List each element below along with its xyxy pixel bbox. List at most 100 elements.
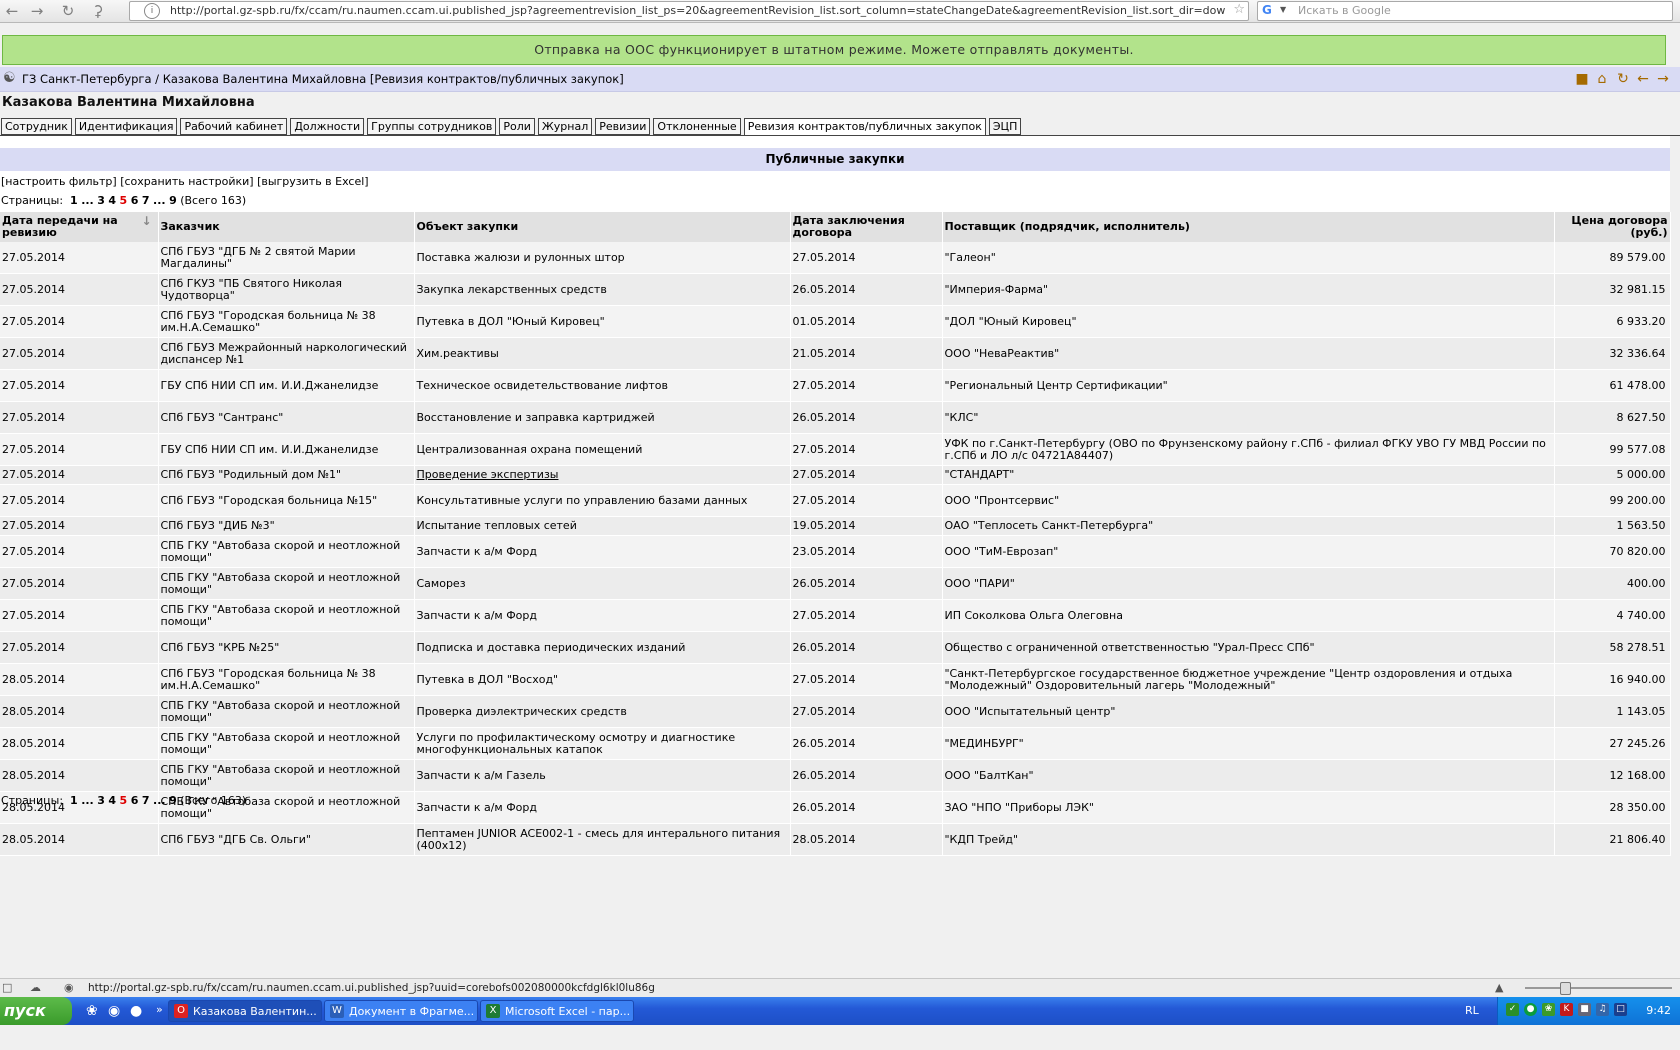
page-info-icon[interactable]: i [144, 3, 160, 19]
tray-network-icon[interactable]: ● [1524, 1003, 1537, 1016]
export-excel-link[interactable]: [выгрузить в Excel] [257, 175, 369, 188]
page-link[interactable]: 6 [131, 194, 139, 207]
scroll-up-icon[interactable]: ▲ [1495, 981, 1503, 994]
key-icon[interactable]: ⚳ [88, 1, 108, 21]
folder-icon[interactable]: ■ [1573, 70, 1591, 88]
ie-icon[interactable]: ● [130, 1003, 142, 1019]
table-row[interactable]: 27.05.2014 СПБ ГКУ "Автобаза скорой и нео… [0, 567, 1671, 600]
reload-icon[interactable]: ↻ [58, 1, 78, 21]
bookmark-star-icon[interactable]: ☆ [1233, 2, 1245, 17]
tray-green-icon[interactable]: ❀ [1542, 1003, 1555, 1016]
tray-display-icon[interactable]: ■ [1578, 1003, 1591, 1016]
tray-monitor-icon[interactable]: □ [1614, 1003, 1627, 1016]
search-engine-dropdown-icon[interactable]: ▼ [1280, 5, 1286, 14]
table-row[interactable]: 27.05.2014 СПб ГБУЗ "Сантранс" Восстановле… [0, 401, 1671, 434]
cloud-icon[interactable]: ☁ [30, 981, 41, 994]
tab-5[interactable]: Роли [499, 118, 535, 135]
table-row[interactable]: 27.05.2014 СПБ ГКУ "Автобаза скорой и нео… [0, 599, 1671, 632]
page-link[interactable]: 3 [97, 194, 105, 207]
configure-filter-link[interactable]: [настроить фильтр] [1, 175, 117, 188]
address-bar[interactable]: i http://portal.gz-spb.ru/fx/ccam/ru.nau… [129, 1, 1249, 21]
tab-0[interactable]: Сотрудник [1, 118, 72, 135]
zoom-slider[interactable] [1525, 987, 1672, 989]
table-row[interactable]: 27.05.2014 СПБ ГКУ "Автобаза скорой и нео… [0, 535, 1671, 568]
column-header-supplier[interactable]: Поставщик (подрядчик, исполнитель) [942, 212, 1555, 242]
forward-arrow-icon[interactable]: → [1654, 70, 1672, 88]
table-row[interactable]: 27.05.2014 СПб ГКУЗ "ПБ Святого Николая Ч… [0, 273, 1671, 306]
table-row[interactable]: 28.05.2014 СПб ГБУЗ "ДГБ Св. Ольги" Пептам… [0, 823, 1671, 856]
cell-price: 1 143.05 [1554, 695, 1671, 728]
table-row[interactable]: 27.05.2014 СПб ГБУЗ "Родильный дом №1" Про… [0, 465, 1671, 485]
kaspersky-icon[interactable]: K [1560, 1003, 1573, 1016]
page-link[interactable]: 1 [70, 194, 78, 207]
table-row[interactable]: 27.05.2014 СПб ГБУЗ "Городская больница №… [0, 305, 1671, 338]
tab-8[interactable]: Отклоненные [653, 118, 741, 135]
column-header-object[interactable]: Объект закупки [414, 212, 791, 242]
search-placeholder[interactable]: Искать в Google [1298, 4, 1391, 17]
start-button[interactable]: пуск [0, 997, 72, 1025]
panel-icon[interactable]: □ [2, 981, 12, 994]
table-row[interactable]: 28.05.2014 СПБ ГКУ "Автобаза скорой и нео… [0, 727, 1671, 760]
table-row[interactable]: 27.05.2014 СПб ГБУЗ Межрайонный наркологи… [0, 337, 1671, 370]
cell-price: 89 579.00 [1554, 242, 1671, 274]
cell-supplier: "СТАНДАРТ" [942, 465, 1555, 485]
quick-launch-more-icon[interactable]: » [156, 1003, 163, 1016]
page-link[interactable]: 5 [120, 194, 128, 207]
save-settings-link[interactable]: [сохранить настройки] [120, 175, 253, 188]
tab-4[interactable]: Группы сотрудников [367, 118, 497, 135]
quick-launch-icon[interactable]: ❀ [86, 1003, 98, 1019]
tab-1[interactable]: Идентификация [74, 118, 178, 135]
taskbar-button[interactable]: W Документ в Фрагме... [324, 1000, 478, 1022]
tray-app-icon[interactable]: ✓ [1506, 1003, 1519, 1016]
page-link[interactable]: 7 [142, 794, 150, 807]
tab-7[interactable]: Ревизии [595, 118, 651, 135]
cell-customer: ГБУ СПб НИИ СП им. И.И.Джанелидзе [158, 433, 415, 466]
speed-dial-icon[interactable]: ◉ [64, 981, 74, 994]
table-row[interactable]: 27.05.2014 СПб ГБУЗ "ДИБ №3" Испытание теп… [0, 516, 1671, 536]
table-row[interactable]: 28.05.2014 СПБ ГКУ "Автобаза скорой и нео… [0, 695, 1671, 728]
table-row[interactable]: 28.05.2014 СПб ГБУЗ "Городская больница №… [0, 663, 1671, 696]
page-link[interactable]: 4 [108, 194, 116, 207]
tab-10[interactable]: ЭЦП [988, 118, 1022, 135]
column-header-price[interactable]: Цена договора (руб.) [1554, 212, 1671, 242]
table-row[interactable]: 27.05.2014 СПб ГБУЗ "Городская больница №… [0, 484, 1671, 517]
back-icon[interactable]: ← [2, 1, 22, 21]
table-row[interactable]: 27.05.2014 СПб ГБУЗ "КРБ №25" Подписка и д… [0, 631, 1671, 664]
column-header-review-date[interactable]: ↓ Дата передачи на ревизию [0, 212, 159, 242]
table-row[interactable]: 28.05.2014 СПБ ГКУ "Автобаза скорой и нео… [0, 759, 1671, 792]
table-row[interactable]: 27.05.2014 ГБУ СПб НИИ СП им. И.И.Джанели… [0, 369, 1671, 402]
table-row[interactable]: 27.05.2014 ГБУ СПб НИИ СП им. И.И.Джанели… [0, 433, 1671, 466]
google-icon[interactable]: G [1262, 3, 1276, 17]
cell-supplier: ООО "БалтКан" [942, 759, 1555, 792]
refresh-icon[interactable]: ↻ [1614, 70, 1632, 88]
page-link[interactable]: 1 [70, 794, 78, 807]
zoom-slider-handle[interactable] [1560, 982, 1571, 995]
address-text[interactable]: http://portal.gz-spb.ru/fx/ccam/ru.naume… [170, 4, 1225, 17]
page-link[interactable]: 9 [169, 194, 177, 207]
home-icon[interactable]: ⌂ [1593, 70, 1611, 88]
tab-2[interactable]: Рабочий кабинет [180, 118, 288, 135]
page-link[interactable]: 9 [169, 794, 177, 807]
page-link[interactable]: 6 [131, 794, 139, 807]
page-link[interactable]: 3 [97, 794, 105, 807]
table-row[interactable]: 27.05.2014 СПб ГБУЗ "ДГБ № 2 святой Марии… [0, 242, 1671, 274]
language-indicator[interactable]: RL [1465, 1004, 1479, 1017]
search-box[interactable]: G ▼ Искать в Google [1257, 1, 1673, 21]
sort-desc-icon[interactable]: ↓ [141, 215, 151, 227]
back-arrow-icon[interactable]: ← [1634, 70, 1652, 88]
chrome-icon[interactable]: ◉ [108, 1003, 120, 1019]
tab-6[interactable]: Журнал [537, 118, 593, 135]
column-header-contract-date[interactable]: Дата заключения договора [790, 212, 943, 242]
object-link[interactable]: Проведение экспертизы [417, 468, 559, 481]
tab-9[interactable]: Ревизия контрактов/публичных закупок [743, 118, 986, 136]
forward-icon[interactable]: → [27, 1, 47, 21]
taskbar-button[interactable]: O Казакова Валентин... [168, 1000, 322, 1022]
page-link[interactable]: 5 [120, 794, 128, 807]
tab-3[interactable]: Должности [290, 118, 365, 135]
table-row[interactable]: 28.05.2014 СПБ ГКУ "Автобаза скорой и нео… [0, 791, 1671, 824]
volume-icon[interactable]: ♫ [1596, 1003, 1609, 1016]
page-link[interactable]: 7 [142, 194, 150, 207]
column-header-customer[interactable]: Заказчик [158, 212, 415, 242]
page-link[interactable]: 4 [108, 794, 116, 807]
taskbar-button[interactable]: X Microsoft Excel - пар... [480, 1000, 634, 1022]
